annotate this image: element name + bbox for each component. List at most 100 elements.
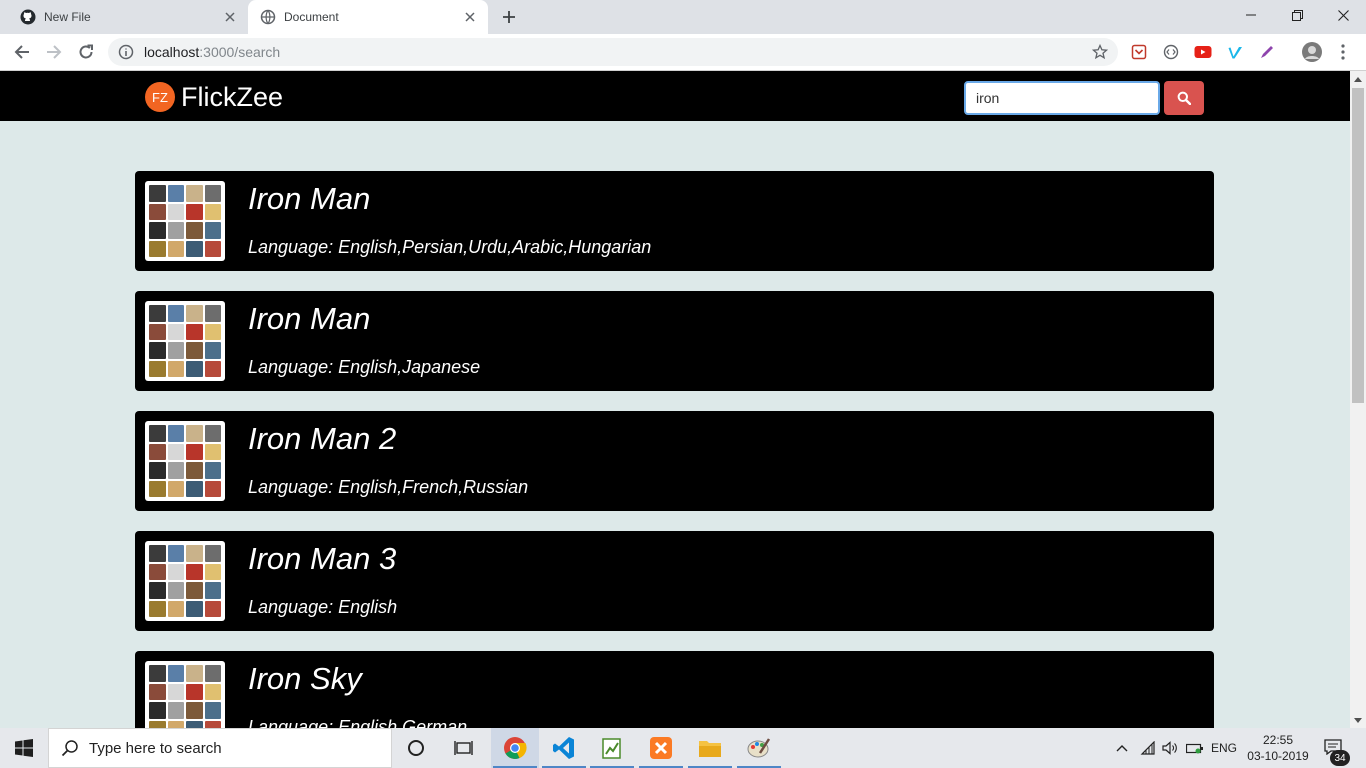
poster-tile xyxy=(186,720,203,728)
battery-icon[interactable] xyxy=(1184,728,1206,768)
poster-tile xyxy=(204,203,221,220)
volume-icon[interactable] xyxy=(1160,728,1180,768)
back-arrow-icon[interactable] xyxy=(12,42,32,62)
site-header: FZ FlickZee xyxy=(0,71,1350,121)
search-results-list: Iron Man Language: English,Persian,Urdu,… xyxy=(135,171,1214,728)
pocket-extension-icon[interactable] xyxy=(1130,43,1148,61)
movie-card[interactable]: Iron Man Language: English,Persian,Urdu,… xyxy=(135,171,1214,271)
new-tab-button[interactable] xyxy=(500,8,518,26)
movie-card[interactable]: Iron Sky Language: English,German xyxy=(135,651,1214,728)
movie-title[interactable]: Iron Man 2 xyxy=(248,421,396,457)
xampp-taskbar-icon[interactable] xyxy=(637,728,685,768)
poster-tile xyxy=(186,462,203,479)
file-explorer-taskbar-icon[interactable] xyxy=(686,728,734,768)
poster-tile xyxy=(149,425,166,442)
movie-poster-thumbnail[interactable] xyxy=(145,301,225,381)
info-icon[interactable] xyxy=(118,44,134,60)
notepad-plus-taskbar-icon[interactable] xyxy=(588,728,636,768)
poster-tile xyxy=(149,720,166,728)
poster-tile xyxy=(167,323,184,340)
network-icon[interactable] xyxy=(1138,728,1158,768)
poster-tile xyxy=(204,342,221,359)
movie-poster-thumbnail[interactable] xyxy=(145,541,225,621)
poster-tile xyxy=(186,600,203,617)
poster-tile xyxy=(204,563,221,580)
poster-tile xyxy=(204,720,221,728)
movie-poster-thumbnail[interactable] xyxy=(145,421,225,501)
bookmark-star-icon[interactable] xyxy=(1092,44,1108,60)
action-center-button[interactable]: 34 xyxy=(1318,736,1350,766)
code-extension-icon[interactable] xyxy=(1162,43,1180,61)
show-hidden-icons-chevron-icon[interactable] xyxy=(1112,728,1132,768)
poster-tile xyxy=(167,203,184,220)
forward-arrow-icon[interactable] xyxy=(44,42,64,62)
vimeo-extension-icon[interactable] xyxy=(1226,43,1244,61)
address-bar[interactable]: localhost:3000/search xyxy=(108,38,1118,66)
scroll-down-arrow-icon[interactable] xyxy=(1350,712,1366,728)
url-host: localhost xyxy=(144,44,200,60)
menu-dots-icon[interactable] xyxy=(1334,43,1352,61)
windows-start-button[interactable] xyxy=(0,728,48,768)
movie-title[interactable]: Iron Man 3 xyxy=(248,541,396,577)
movie-poster-thumbnail[interactable] xyxy=(145,181,225,261)
chrome-taskbar-icon[interactable] xyxy=(491,728,539,768)
movie-card[interactable]: Iron Man 3 Language: English xyxy=(135,531,1214,631)
movie-card[interactable]: Iron Man Language: English,Japanese xyxy=(135,291,1214,391)
logo-text[interactable]: FlickZee xyxy=(181,82,283,113)
movie-title[interactable]: Iron Man xyxy=(248,181,370,217)
movie-language: Language: English,German xyxy=(248,717,468,728)
task-view-icon[interactable] xyxy=(440,728,488,768)
pen-extension-icon[interactable] xyxy=(1258,43,1276,61)
poster-tile xyxy=(167,720,184,728)
poster-tile xyxy=(149,443,166,460)
scrollbar-thumb[interactable] xyxy=(1352,88,1364,403)
input-language-indicator[interactable]: ENG xyxy=(1208,728,1240,768)
restore-window-button[interactable] xyxy=(1274,0,1320,30)
poster-tile xyxy=(149,360,166,377)
clock-date: 03-10-2019 xyxy=(1247,749,1309,763)
taskbar-search-box[interactable]: Type here to search xyxy=(48,728,392,768)
reload-icon[interactable] xyxy=(76,42,96,62)
close-icon[interactable] xyxy=(462,9,478,25)
poster-tile xyxy=(186,683,203,700)
movie-card[interactable]: Iron Man 2 Language: English,French,Russ… xyxy=(135,411,1214,511)
page-viewport: FZ FlickZee Iron Man Language: English,P… xyxy=(0,71,1350,728)
poster-tile xyxy=(149,702,166,719)
poster-tile xyxy=(204,222,221,239)
minimize-window-button[interactable] xyxy=(1228,0,1274,30)
search-input[interactable] xyxy=(964,81,1160,115)
tab-new-file[interactable]: New File xyxy=(8,0,248,34)
tab-title: New File xyxy=(44,10,91,24)
paint-taskbar-icon[interactable] xyxy=(735,728,783,768)
poster-tile xyxy=(204,600,221,617)
windows-taskbar: Type here to search ENG 22:55 03-10-2019… xyxy=(0,728,1366,768)
search-icon xyxy=(1177,91,1191,105)
poster-tile xyxy=(167,545,184,562)
movie-title[interactable]: Iron Man xyxy=(248,301,370,337)
clock-time: 22:55 xyxy=(1262,733,1294,747)
vscode-taskbar-icon[interactable] xyxy=(540,728,588,768)
poster-tile xyxy=(149,582,166,599)
poster-tile xyxy=(186,702,203,719)
poster-tile xyxy=(167,683,184,700)
poster-tile xyxy=(149,203,166,220)
poster-tile xyxy=(204,665,221,682)
movie-title[interactable]: Iron Sky xyxy=(248,661,362,697)
logo-badge[interactable]: FZ xyxy=(145,82,175,112)
cortana-circle-icon[interactable] xyxy=(392,728,440,768)
movie-poster-thumbnail[interactable] xyxy=(145,661,225,728)
youtube-extension-icon[interactable] xyxy=(1194,43,1212,61)
page-scrollbar[interactable] xyxy=(1350,71,1366,728)
close-window-button[interactable] xyxy=(1320,0,1366,30)
poster-tile xyxy=(149,563,166,580)
scroll-up-arrow-icon[interactable] xyxy=(1350,71,1366,87)
poster-tile xyxy=(167,305,184,322)
poster-tile xyxy=(204,185,221,202)
search-button[interactable] xyxy=(1164,81,1204,115)
taskbar-clock[interactable]: 22:55 03-10-2019 xyxy=(1244,732,1312,764)
poster-tile xyxy=(204,545,221,562)
close-icon[interactable] xyxy=(222,9,238,25)
poster-tile xyxy=(167,342,184,359)
tab-document[interactable]: Document xyxy=(248,0,488,34)
profile-avatar[interactable] xyxy=(1301,41,1323,63)
